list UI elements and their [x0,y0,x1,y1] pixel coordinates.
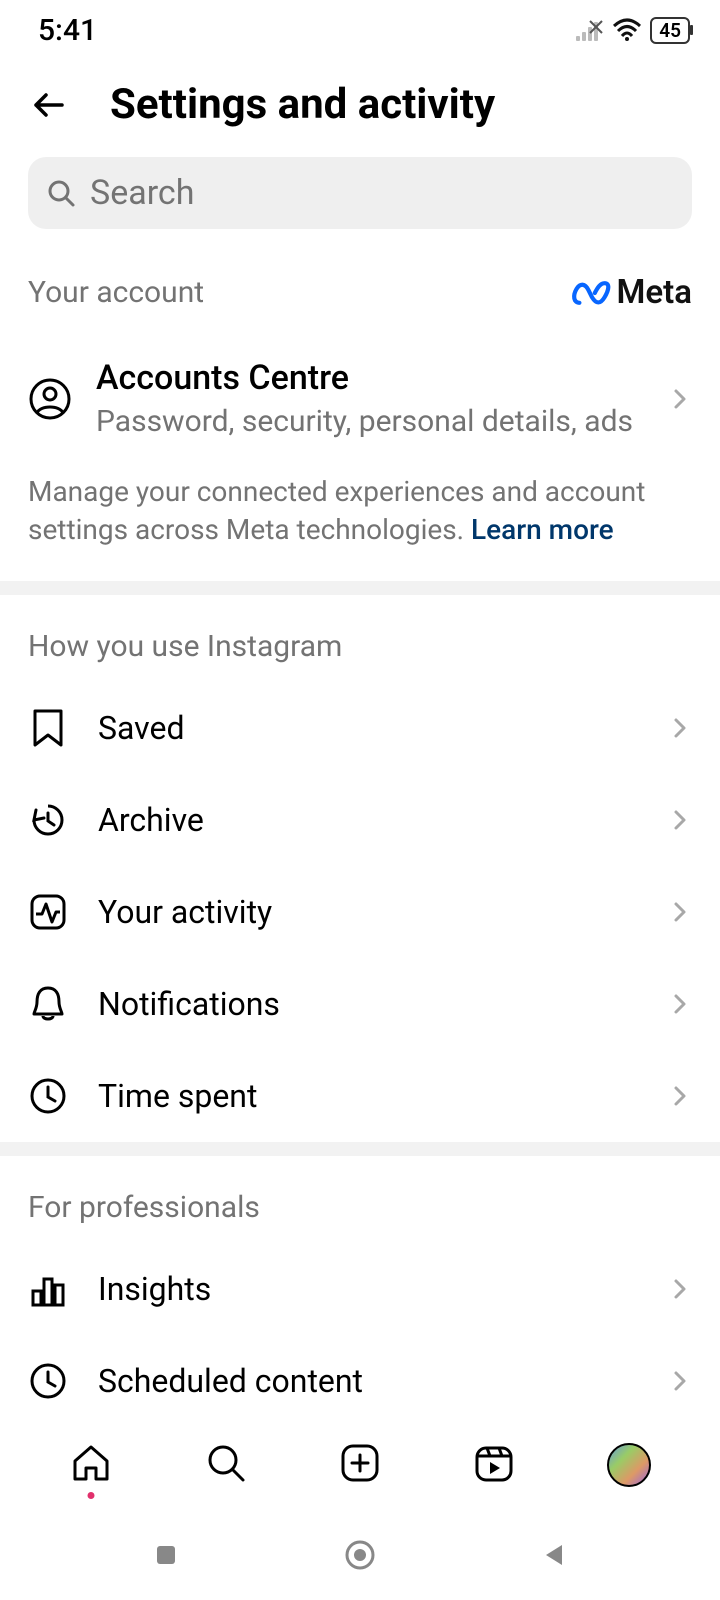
chevron-right-icon [668,1084,692,1108]
chevron-right-icon [668,808,692,832]
bookmark-icon [30,708,66,748]
notification-dot-icon [88,1492,95,1499]
row-your-activity[interactable]: Your activity [0,866,720,958]
chevron-right-icon [668,1277,692,1301]
section-professionals: For professionals [0,1156,720,1243]
section-your-account: Your account [28,275,204,310]
status-bar: 5:41 45 [0,0,720,60]
nav-create[interactable] [338,1441,382,1489]
reels-icon [472,1441,516,1485]
section-usage: How you use Instagram [0,595,720,682]
system-nav [0,1510,720,1600]
accounts-centre-title: Accounts Centre [96,358,644,398]
section-divider [0,581,720,595]
row-insights[interactable]: Insights [0,1243,720,1335]
page-title: Settings and activity [110,80,495,129]
back-icon[interactable] [28,84,70,126]
meta-brand: Meta [571,273,692,312]
row-notifications[interactable]: Notifications [0,958,720,1050]
section-divider [0,1142,720,1156]
nav-profile[interactable] [607,1443,651,1487]
row-archive[interactable]: Archive [0,774,720,866]
search-input[interactable]: Search [28,157,692,229]
status-icons: 45 [576,17,690,44]
chevron-right-icon [668,387,692,411]
app-bottom-nav [0,1420,720,1510]
chevron-right-icon [668,716,692,740]
status-time: 5:41 [38,13,97,48]
chevron-right-icon [668,1369,692,1393]
avatar-icon [607,1443,651,1487]
nav-home[interactable] [69,1441,113,1489]
nav-search[interactable] [204,1441,248,1489]
sys-home-icon[interactable] [343,1538,377,1572]
learn-more-link[interactable]: Learn more [471,513,614,546]
accounts-centre-row[interactable]: Accounts Centre Password, security, pers… [0,330,720,457]
clock-icon [28,1076,68,1116]
row-saved[interactable]: Saved [0,682,720,774]
row-time-spent[interactable]: Time spent [0,1050,720,1142]
meta-logo-icon [571,279,613,307]
chevron-right-icon [668,900,692,924]
sys-back-icon[interactable] [540,1541,568,1569]
accounts-centre-subtitle: Password, security, personal details, ad… [96,404,644,439]
accounts-centre-description: Manage your connected experiences and ac… [0,457,720,581]
home-icon [69,1441,113,1485]
search-icon [204,1441,248,1485]
create-icon [338,1441,382,1485]
sys-recents-icon[interactable] [152,1541,180,1569]
row-scheduled-content[interactable]: Scheduled content [0,1335,720,1420]
bar-chart-icon [28,1269,68,1309]
search-placeholder: Search [90,173,194,213]
signal-icon [576,19,604,41]
activity-icon [28,892,68,932]
person-circle-icon [28,377,72,421]
clock-icon [28,1361,68,1401]
search-icon [46,178,76,208]
battery-icon: 45 [650,17,690,44]
nav-reels[interactable] [472,1441,516,1489]
bell-icon [29,984,67,1024]
archive-icon [28,800,68,840]
page-header: Settings and activity [0,60,720,157]
wifi-icon [612,18,642,42]
chevron-right-icon [668,992,692,1016]
